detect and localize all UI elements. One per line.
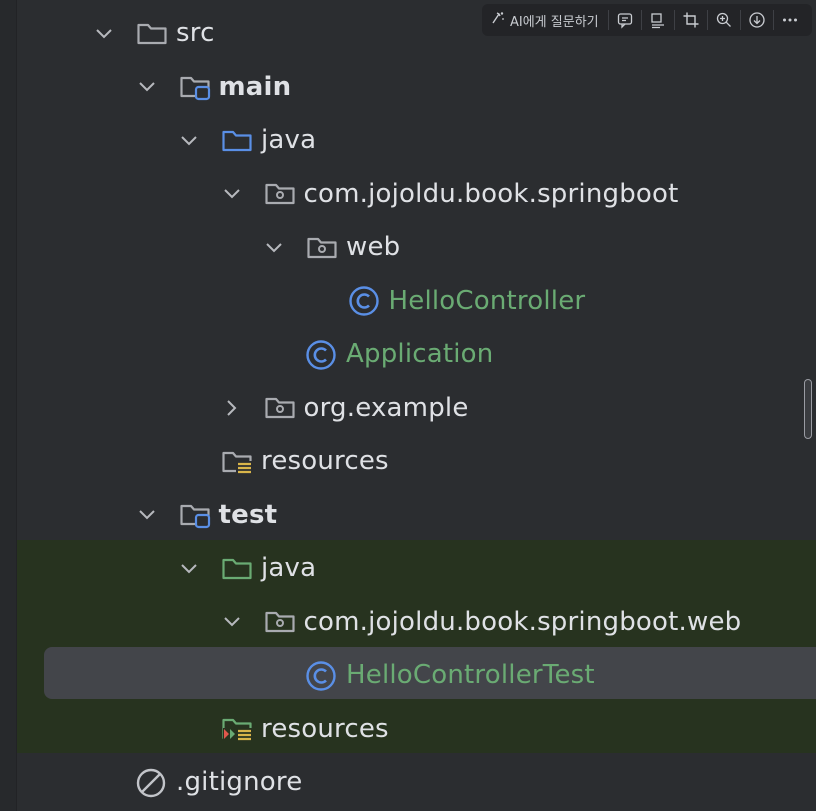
ask-ai-button[interactable]: AI에게 질문하기: [488, 8, 607, 32]
tree-node[interactable]: main: [0, 61, 816, 114]
module-folder-icon: [178, 489, 218, 542]
download-button[interactable]: [742, 7, 772, 33]
chevron-down-icon[interactable]: [92, 7, 116, 60]
test-root-folder-icon: [220, 542, 260, 595]
more-icon: [782, 18, 797, 22]
comment-icon: [617, 13, 632, 29]
more-button[interactable]: [775, 7, 805, 33]
tree-node-label: test: [218, 499, 278, 530]
chevron-down-icon[interactable]: [220, 596, 244, 649]
toolbar-divider: [739, 10, 741, 30]
tree-node-label: java: [261, 125, 317, 155]
tree-node-label: main: [218, 71, 292, 102]
chevron-down-icon[interactable]: [220, 168, 244, 221]
tree-node[interactable]: test: [0, 489, 816, 542]
toolbar-divider: [640, 10, 642, 30]
download-icon: [748, 12, 765, 28]
package-icon: [305, 221, 345, 274]
zoom-in-button[interactable]: [709, 7, 739, 33]
tree-node[interactable]: Application: [0, 328, 816, 381]
chevron-down-icon[interactable]: [262, 221, 286, 274]
tree-node-label: HelloControllerTest: [346, 660, 595, 690]
class-icon: [305, 649, 345, 702]
crop-icon: [683, 12, 699, 28]
ask-ai-label: AI에게 질문하기: [510, 14, 599, 30]
tree-node[interactable]: resources: [0, 435, 816, 488]
tree-node-label: java: [261, 553, 317, 583]
toolbar-divider: [706, 10, 708, 30]
tree-node[interactable]: java: [0, 114, 816, 167]
toolbar-divider: [673, 10, 675, 30]
chevron-down-icon[interactable]: [177, 114, 201, 167]
tree-node[interactable]: .gitignore: [0, 756, 816, 809]
class-icon: [305, 328, 345, 381]
tree-node[interactable]: com.jojoldu.book.springboot: [0, 168, 816, 221]
outline-icon: [650, 13, 664, 29]
tree-node[interactable]: HelloControllerTest: [0, 649, 816, 702]
tree-node[interactable]: resources: [0, 703, 816, 756]
package-icon: [263, 168, 303, 221]
ai-sparkle-icon: [490, 10, 506, 30]
comment-button[interactable]: [610, 7, 640, 33]
outline-button[interactable]: [643, 7, 673, 33]
tree-node-label: com.jojoldu.book.springboot.web: [303, 606, 742, 637]
tree-node-label: resources: [261, 713, 389, 744]
chevron-right-icon[interactable]: [220, 382, 244, 435]
ignored-file-icon: [135, 756, 175, 809]
tree-node-label: web: [346, 232, 401, 262]
tree-node-label: .gitignore: [176, 767, 303, 797]
toolbar-divider: [607, 10, 609, 30]
tree-node[interactable]: org.example: [0, 382, 816, 435]
folder-icon: [135, 7, 175, 60]
chevron-down-icon[interactable]: [135, 61, 159, 114]
module-folder-icon: [178, 61, 218, 114]
tree-node-label: Application: [346, 339, 494, 369]
package-icon: [263, 382, 303, 435]
tree-node[interactable]: com.jojoldu.book.springboot.web: [0, 596, 816, 649]
tree-node-label: resources: [261, 446, 389, 476]
tree-node-label: src: [176, 18, 215, 48]
tree-node-label: org.example: [303, 392, 469, 423]
class-icon: [348, 275, 388, 328]
tree-node-label: HelloController: [388, 285, 586, 316]
tree-node[interactable]: java: [0, 542, 816, 595]
tree-node[interactable]: web: [0, 221, 816, 274]
crop-button[interactable]: [676, 7, 706, 33]
chevron-down-icon[interactable]: [177, 542, 201, 595]
image-toolbar: AI에게 질문하기: [482, 4, 812, 36]
toolbar-divider: [772, 10, 774, 30]
zoom-in-icon: [716, 12, 731, 27]
tree-node[interactable]: HelloController: [0, 275, 816, 328]
resources-folder-icon: [220, 435, 260, 488]
test-resources-folder-icon: [220, 703, 260, 756]
tree-node-label: com.jojoldu.book.springboot: [303, 178, 679, 209]
chevron-down-icon[interactable]: [135, 489, 159, 542]
source-root-folder-icon: [220, 114, 260, 167]
package-icon: [263, 596, 303, 649]
